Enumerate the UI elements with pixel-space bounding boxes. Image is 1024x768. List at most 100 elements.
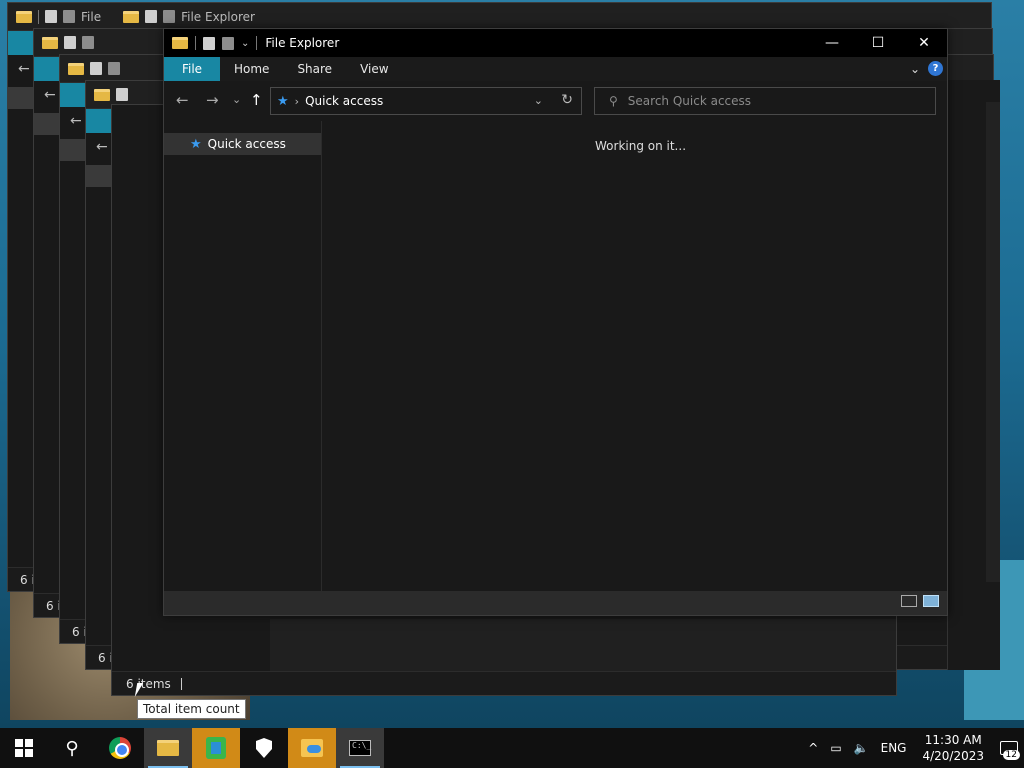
back-icon[interactable]: ← — [44, 87, 56, 103]
properties-icon[interactable] — [116, 88, 128, 101]
clock[interactable]: 11:30 AM 4/20/2023 — [912, 732, 994, 764]
scrollbar[interactable] — [986, 102, 1000, 582]
back-icon[interactable]: ← — [18, 61, 30, 77]
file-list-area[interactable]: Working on it... — [323, 121, 947, 593]
file-explorer-window[interactable]: ⌄ File Explorer — ☐ ✕ File Home Share Vi… — [163, 28, 948, 616]
navigation-pane: ★ Quick access — [164, 121, 322, 593]
tooltip: Total item count — [137, 699, 246, 719]
minimize-button[interactable]: — — [809, 29, 855, 57]
window-title: File — [81, 9, 102, 24]
search-placeholder: Search Quick access — [627, 94, 752, 108]
expand-ribbon-icon[interactable]: ⌄ — [910, 62, 920, 76]
show-hidden-icons-icon[interactable]: ^ — [802, 741, 824, 755]
separator — [256, 36, 258, 50]
maximize-button[interactable]: ☐ — [855, 29, 901, 57]
tab-share[interactable]: Share — [283, 57, 346, 81]
folder-icon — [16, 10, 32, 23]
taskbar-search-button[interactable]: ⚲ — [48, 728, 96, 768]
address-bar[interactable]: ★ › Quick access ⌄ ↻ — [270, 87, 582, 115]
new-folder-icon[interactable] — [108, 62, 120, 75]
background-explorer-window-edge[interactable] — [947, 80, 1000, 670]
status-bar — [164, 591, 947, 615]
clock-date: 4/20/2023 — [922, 749, 984, 763]
folder-icon — [172, 37, 188, 49]
notification-count: 12 — [1002, 750, 1020, 760]
star-icon: ★ — [190, 136, 202, 152]
search-input[interactable]: ⚲ Search Quick access — [594, 87, 936, 115]
properties-icon[interactable] — [90, 62, 102, 75]
taskbar-file-explorer[interactable] — [144, 728, 192, 768]
loading-message: Working on it... — [595, 139, 687, 153]
new-folder-icon[interactable] — [163, 10, 176, 23]
title-bar[interactable]: ⌄ File Explorer — ☐ ✕ — [164, 29, 947, 57]
folder-icon — [123, 10, 140, 23]
properties-icon[interactable] — [64, 36, 76, 49]
star-icon: ★ — [277, 93, 289, 109]
taskbar-chrome[interactable] — [96, 728, 144, 768]
details-view-icon[interactable] — [901, 595, 917, 607]
taskbar-onedrive-folder[interactable] — [288, 728, 336, 768]
chevron-right-icon[interactable]: › — [295, 95, 299, 108]
separator — [180, 677, 182, 690]
help-icon[interactable]: ? — [928, 61, 943, 76]
window-title: File Explorer — [181, 9, 255, 24]
language-indicator[interactable]: ENG — [875, 741, 913, 755]
ribbon-tabs: File Home Share View ⌄ ? — [164, 57, 947, 81]
cloud-folder-icon — [301, 739, 323, 757]
new-folder-icon[interactable] — [222, 36, 234, 50]
customize-toolbar-icon[interactable]: ⌄ — [241, 38, 249, 49]
back-icon[interactable]: ← — [176, 91, 189, 109]
separator — [38, 9, 39, 24]
large-icons-view-icon[interactable] — [923, 595, 939, 607]
back-icon[interactable]: ← — [70, 113, 82, 129]
start-button[interactable] — [0, 728, 48, 768]
volume-icon[interactable]: 🔈 — [848, 741, 875, 755]
app-icon — [206, 737, 226, 759]
properties-icon[interactable] — [203, 36, 215, 50]
forward-icon[interactable]: → — [206, 91, 219, 109]
new-folder-icon[interactable] — [82, 36, 94, 49]
sidebar-item-label: Quick access — [207, 137, 286, 151]
taskbar-settings-app[interactable] — [192, 728, 240, 768]
clock-time: 11:30 AM — [924, 733, 982, 747]
taskbar: ⚲ C:\_ ^ ▭ 🔈 ENG 11:30 AM 4/20/2023 12 — [0, 728, 1024, 768]
tab-file[interactable]: File — [164, 57, 220, 81]
chevron-down-icon[interactable]: ⌄ — [534, 94, 543, 107]
quick-access-toolbar: ⌄ — [164, 36, 258, 50]
nav-pane-item[interactable] — [86, 165, 114, 187]
up-icon[interactable]: ↑ — [250, 91, 263, 109]
terminal-icon: C:\_ — [349, 740, 371, 756]
properties-icon[interactable] — [45, 10, 57, 23]
properties-icon[interactable] — [145, 10, 158, 23]
status-bar: 6 items — [112, 671, 896, 695]
folder-icon — [68, 62, 84, 75]
new-folder-icon[interactable] — [63, 10, 75, 23]
close-button[interactable]: ✕ — [901, 29, 947, 57]
navigation-bar: ← → ⌄ ↑ ★ › Quick access ⌄ ↻ ⚲ Search Qu… — [164, 81, 947, 121]
nav-pane-item[interactable] — [8, 87, 36, 109]
window-title: File Explorer — [265, 36, 340, 50]
shield-icon — [256, 738, 272, 758]
folder-icon — [157, 740, 179, 756]
address-path[interactable]: Quick access — [305, 94, 383, 108]
folder-icon — [42, 36, 58, 49]
windows-logo-icon — [15, 739, 33, 757]
nav-pane-item[interactable] — [60, 139, 88, 161]
separator — [195, 36, 196, 50]
mouse-cursor — [134, 683, 150, 697]
network-icon[interactable]: ▭ — [824, 741, 847, 755]
back-icon[interactable]: ← — [96, 139, 108, 155]
notifications-button[interactable]: 12 — [994, 728, 1024, 768]
tab-home[interactable]: Home — [220, 57, 283, 81]
taskbar-security[interactable] — [240, 728, 288, 768]
nav-pane-item[interactable] — [34, 113, 62, 135]
system-tray: ^ ▭ 🔈 ENG 11:30 AM 4/20/2023 12 — [802, 728, 1024, 768]
recent-locations-icon[interactable]: ⌄ — [232, 93, 241, 106]
taskbar-command-prompt[interactable]: C:\_ — [336, 728, 384, 768]
refresh-icon[interactable]: ↻ — [561, 92, 573, 108]
folder-icon — [94, 88, 110, 101]
tab-view[interactable]: View — [346, 57, 402, 81]
search-icon: ⚲ — [65, 737, 79, 759]
chrome-icon — [109, 737, 131, 759]
sidebar-item-quick-access[interactable]: ★ Quick access — [164, 133, 321, 155]
